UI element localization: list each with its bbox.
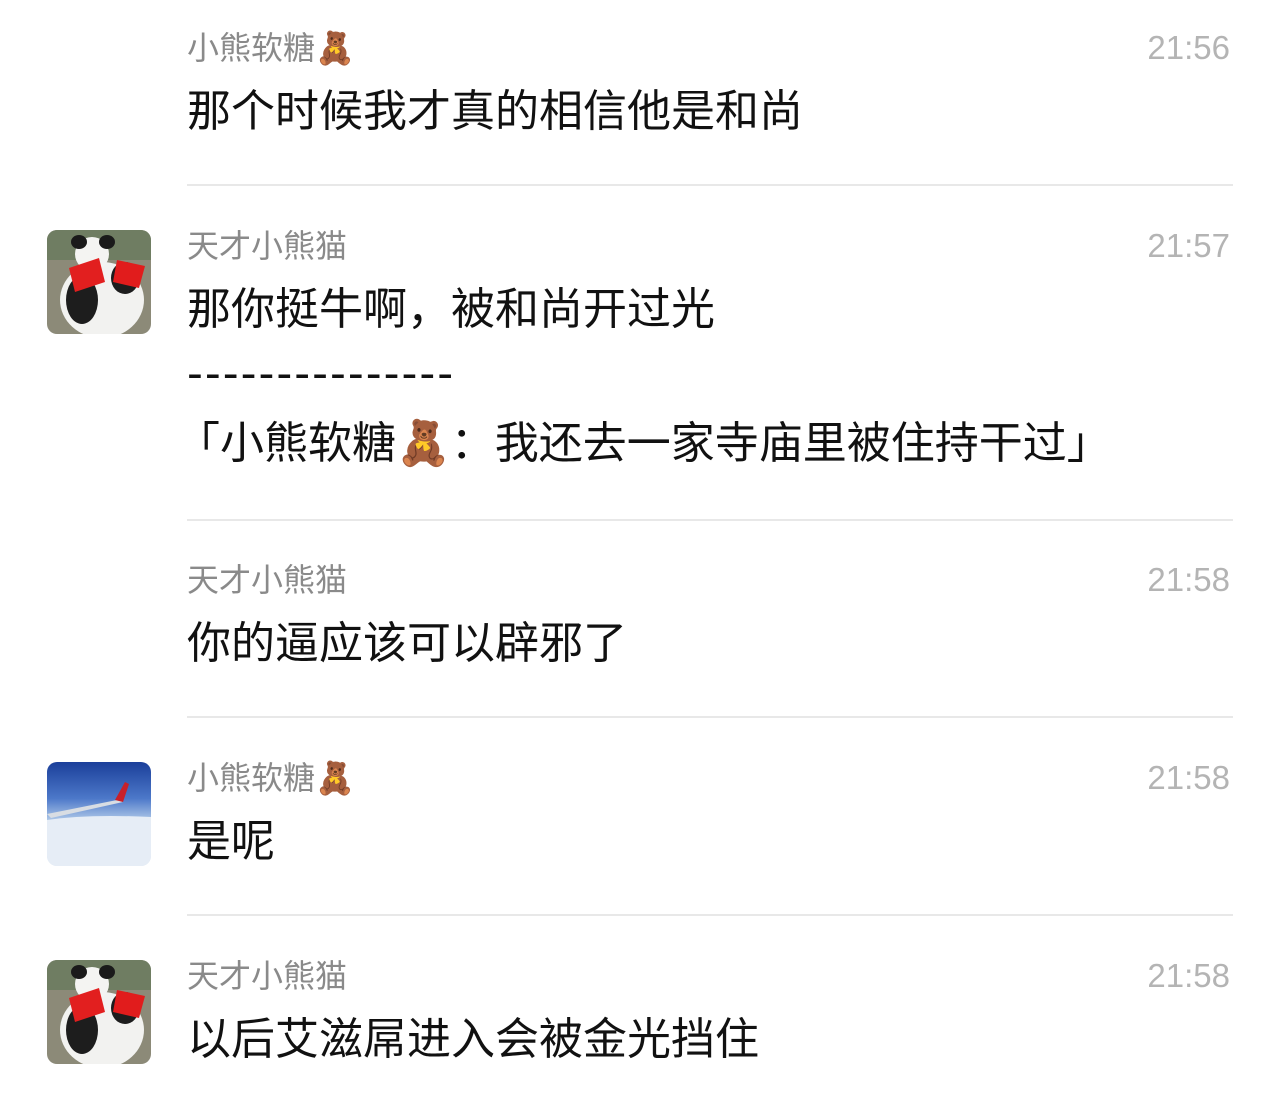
airplane-sky-avatar-image (47, 762, 151, 866)
message-item[interactable]: 小熊软糖🧸 21:56 那个时候我才真的相信他是和尚 (0, 0, 1280, 186)
panda-avatar-image (47, 960, 151, 1064)
message-text: 那你挺牛啊，被和尚开过光 (187, 284, 715, 335)
message-time: 21:57 (1147, 227, 1230, 264)
sender-name: 小熊软糖🧸 (187, 759, 355, 797)
message-item[interactable]: 天才小熊猫 21:58 你的逼应该可以辟邪了 (0, 520, 1280, 718)
message-time: 21:58 (1147, 759, 1230, 796)
message-text: 是呢 (187, 816, 275, 867)
message-item[interactable]: 天才小熊猫 21:58 以后艾滋屌进入会被金光挡住 (0, 916, 1280, 1097)
message-time: 21:58 (1147, 957, 1230, 994)
sender-name: 天才小熊猫 (187, 561, 348, 599)
message-time: 21:56 (1147, 29, 1230, 66)
message-separator-line: --------------- (187, 348, 456, 399)
avatar-panda[interactable] (47, 960, 151, 1064)
message-item[interactable]: 小熊软糖🧸 21:58 是呢 (0, 718, 1280, 916)
avatar-airplane[interactable] (47, 762, 151, 866)
sender-name: 小熊软糖🧸 (187, 29, 355, 67)
message-text: 以后艾滋屌进入会被金光挡住 (187, 1014, 759, 1065)
message-item[interactable]: 天才小熊猫 21:57 那你挺牛啊，被和尚开过光 ---------------… (0, 186, 1280, 520)
avatar-panda[interactable] (47, 230, 151, 334)
sender-name: 天才小熊猫 (187, 227, 348, 265)
message-time: 21:58 (1147, 561, 1230, 598)
sender-name: 天才小熊猫 (187, 957, 348, 995)
message-text: 那个时候我才真的相信他是和尚 (187, 86, 803, 137)
quoted-message[interactable]: 「小熊软糖🧸：我还去一家寺庙里被住持干过」 (176, 416, 1111, 472)
message-text: 你的逼应该可以辟邪了 (187, 618, 627, 669)
panda-avatar-image (47, 230, 151, 334)
